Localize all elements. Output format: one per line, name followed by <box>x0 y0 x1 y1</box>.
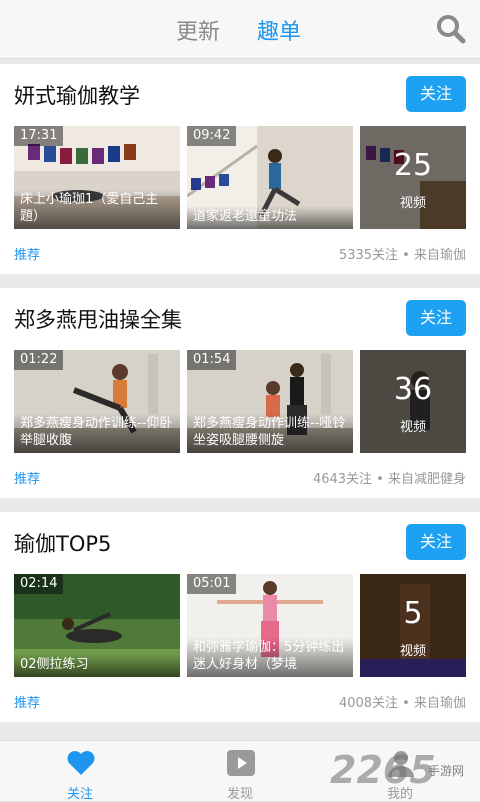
card-meta: 4008关注 • 来自瑜伽 <box>338 696 466 711</box>
video-count-unit: 视频 <box>399 196 426 211</box>
tab-update[interactable]: 更新 <box>176 14 220 46</box>
card-title: 妍式瑜伽教学 <box>14 84 140 108</box>
top-bar: 更新 趣单 <box>0 0 480 59</box>
video-duration: 05:01 <box>187 574 237 594</box>
video-caption: 道家返老還童功法 <box>187 206 353 229</box>
video-thumbnail[interactable]: 02:14 02侧拉练习 <box>14 574 180 677</box>
video-thumbnail[interactable]: 17:31 床上小瑜珈1（愛自己主題） <box>14 126 180 229</box>
watermark-logo: 2265 手游网 <box>330 748 480 796</box>
video-duration: 01:54 <box>187 350 237 370</box>
playlist-card[interactable]: 妍式瑜伽教学 关注 17:31 床上小瑜珈1（愛自己主題） 09:42 道家返老… <box>0 64 480 274</box>
card-meta: 5335关注 • 来自瑜伽 <box>338 248 466 263</box>
video-duration: 17:31 <box>14 126 64 146</box>
recommend-tag[interactable]: 推荐 <box>14 468 40 487</box>
card-meta: 4643关注 • 来自减肥健身 <box>312 472 466 487</box>
video-caption: 和弥雅学瑜伽：5分钟练出迷人好身材（梦境 <box>187 637 353 677</box>
watermark-text: 2265 <box>330 748 436 792</box>
heart-icon <box>67 751 95 775</box>
video-duration: 01:22 <box>14 350 64 370</box>
search-icon <box>437 15 466 44</box>
video-count-unit: 视频 <box>399 420 426 435</box>
video-thumbnail[interactable]: 01:22 郑多燕瘦身动作训练--仰卧举腿收腹 <box>14 350 180 453</box>
video-thumbnail[interactable]: 05:01 和弥雅学瑜伽：5分钟练出迷人好身材（梦境 <box>187 574 353 677</box>
more-videos-tile[interactable]: 5 视频 <box>360 574 466 677</box>
video-duration: 09:42 <box>187 126 237 146</box>
playlist-card[interactable]: 郑多燕甩油操全集 关注 01:22 郑多燕瘦身动作训练--仰卧举腿收腹 01:5… <box>0 288 480 498</box>
follow-button[interactable]: 关注 <box>406 76 466 112</box>
play-icon <box>227 750 255 776</box>
card-title: 郑多燕甩油操全集 <box>14 308 182 332</box>
tab-list[interactable]: 趣单 <box>257 14 301 46</box>
nav-label: 发现 <box>226 787 253 802</box>
video-thumbnail[interactable]: 01:54 郑多燕瘦身动作训练--哑铃坐姿吸腿腰侧旋 <box>187 350 353 453</box>
video-count-unit: 视频 <box>399 644 426 659</box>
recommend-tag[interactable]: 推荐 <box>14 244 40 263</box>
video-caption: 02侧拉练习 <box>14 654 180 677</box>
more-videos-tile[interactable]: 36 视频 <box>360 350 466 453</box>
follow-button[interactable]: 关注 <box>406 524 466 560</box>
video-caption: 床上小瑜珈1（愛自己主題） <box>14 189 180 229</box>
video-count: 25 <box>393 148 433 183</box>
playlist-card[interactable]: 瑜伽TOP5 关注 02:14 02侧拉练习 05:01 和弥雅学瑜伽：5分钟练… <box>0 512 480 722</box>
video-caption: 郑多燕瘦身动作训练--仰卧举腿收腹 <box>14 413 180 453</box>
more-videos-tile[interactable]: 25 视频 <box>360 126 466 229</box>
video-count: 36 <box>393 372 433 407</box>
follow-button[interactable]: 关注 <box>406 300 466 336</box>
nav-follow[interactable]: 关注 <box>40 741 120 802</box>
search-button[interactable] <box>434 12 468 46</box>
video-count: 5 <box>403 596 423 631</box>
watermark-subtext: 手游网 <box>428 764 465 778</box>
video-caption: 郑多燕瘦身动作训练--哑铃坐姿吸腿腰侧旋 <box>187 413 353 453</box>
video-thumbnail[interactable]: 09:42 道家返老還童功法 <box>187 126 353 229</box>
nav-label: 关注 <box>66 787 93 802</box>
card-title: 瑜伽TOP5 <box>14 532 112 556</box>
nav-discover[interactable]: 发现 <box>200 741 280 802</box>
recommend-tag[interactable]: 推荐 <box>14 692 40 711</box>
video-duration: 02:14 <box>14 574 64 594</box>
